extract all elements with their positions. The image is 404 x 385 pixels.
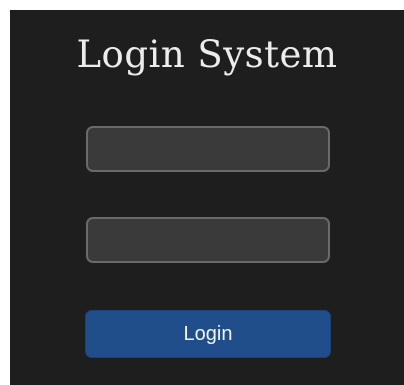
password-input[interactable] — [86, 217, 330, 263]
page-title: Login System — [76, 33, 338, 76]
login-panel: Login System Login — [10, 10, 404, 385]
username-input[interactable] — [86, 126, 330, 172]
login-button[interactable]: Login — [85, 310, 331, 358]
